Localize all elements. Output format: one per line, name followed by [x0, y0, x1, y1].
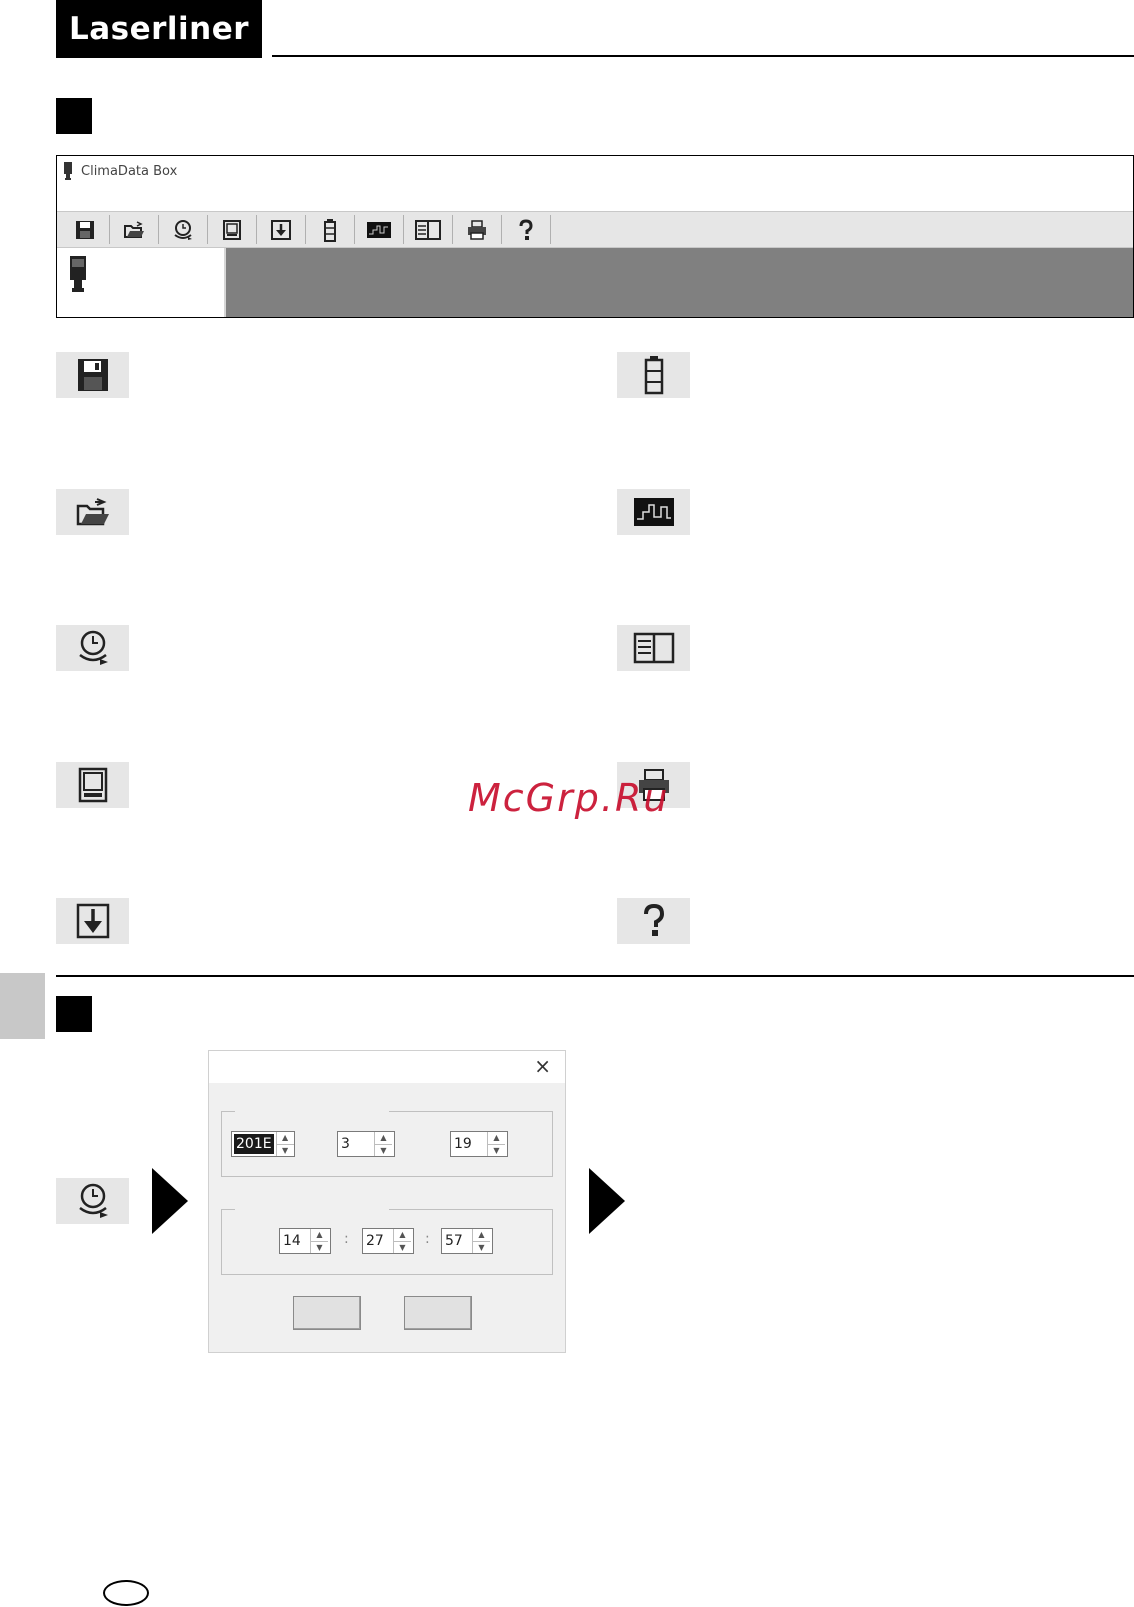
open-folder-icon [76, 498, 109, 526]
cancel-button[interactable] [404, 1296, 472, 1330]
legend-open [56, 489, 129, 535]
section-marker-1 [56, 98, 92, 134]
month-value: 3 [341, 1136, 350, 1152]
spin-up-icon[interactable]: ▲ [375, 1132, 392, 1144]
clock-icon [78, 1183, 108, 1218]
header-rule [272, 55, 1134, 57]
table-icon [633, 632, 674, 664]
toolbar-table-button[interactable] [406, 215, 450, 244]
time-separator: : [425, 1231, 430, 1247]
title-bar: ClimaData Box [57, 156, 1133, 210]
battery-icon [644, 356, 663, 395]
day-value: 19 [454, 1136, 472, 1152]
dialog-title-bar: × [209, 1051, 565, 1083]
spin-up-icon[interactable]: ▲ [473, 1229, 490, 1241]
watermark: McGrp.Ru [468, 776, 670, 820]
battery-icon [324, 218, 336, 242]
data-display-pane [226, 248, 1133, 317]
section-rule [56, 975, 1134, 977]
toolbar-download-button[interactable] [259, 215, 303, 244]
app-device-icon [64, 162, 72, 180]
toolbar-battery-button[interactable] [308, 215, 352, 244]
legend-battery [617, 352, 690, 398]
window-title: ClimaData Box [81, 164, 178, 179]
toolbar-print-button[interactable] [455, 215, 499, 244]
legend-help [617, 898, 690, 944]
legend-table [617, 625, 690, 671]
toolbar-save-button[interactable] [63, 215, 107, 244]
spin-up-icon[interactable]: ▲ [277, 1132, 294, 1144]
spin-down-icon[interactable]: ▼ [311, 1240, 328, 1254]
arrow-right-icon [152, 1168, 188, 1234]
clock-icon [78, 630, 108, 665]
spin-down-icon[interactable]: ▼ [276, 1143, 294, 1157]
climadata-app-window: ClimaData Box [56, 155, 1134, 318]
year-spinner[interactable]: 201E ▲ ▼ [231, 1131, 295, 1157]
toolbar-clock-button[interactable] [161, 215, 205, 244]
hour-spinner[interactable]: 14 ▲ ▼ [279, 1228, 331, 1254]
arrow-right-icon [589, 1168, 625, 1234]
second-value: 57 [445, 1233, 463, 1249]
legend-clock [56, 625, 129, 671]
save-icon [77, 359, 108, 391]
second-spinner[interactable]: 57 ▲ ▼ [441, 1228, 493, 1254]
hour-value: 14 [283, 1233, 301, 1249]
toolbar-chart-button[interactable] [357, 215, 401, 244]
minute-spinner[interactable]: 27 ▲ ▼ [362, 1228, 414, 1254]
device-icon [78, 767, 107, 803]
minute-value: 27 [366, 1233, 384, 1249]
spin-up-icon[interactable]: ▲ [488, 1132, 505, 1144]
chart-icon [367, 221, 391, 238]
spin-down-icon[interactable]: ▼ [375, 1143, 392, 1157]
download-icon [271, 219, 291, 240]
spin-down-icon[interactable]: ▼ [473, 1240, 490, 1254]
download-icon [76, 903, 109, 939]
toolbar [57, 211, 1133, 248]
device-icon [70, 256, 86, 292]
toolbar-open-button[interactable] [112, 215, 156, 244]
device-list-pane[interactable] [57, 248, 226, 317]
device-icon [223, 219, 241, 240]
printer-icon [468, 219, 486, 240]
day-spinner[interactable]: 19 ▲ ▼ [450, 1131, 508, 1157]
time-separator: : [344, 1231, 349, 1247]
toolbar-device-button[interactable] [210, 215, 254, 244]
clock-icon [174, 219, 192, 240]
legend-save [56, 352, 129, 398]
chart-icon [633, 498, 674, 526]
legend-chart [617, 489, 690, 535]
section-marker-2 [56, 996, 92, 1032]
spin-up-icon[interactable]: ▲ [394, 1229, 411, 1241]
ok-button[interactable] [293, 1296, 361, 1330]
toolbar-help-button[interactable] [504, 215, 548, 244]
time-group-label [235, 1193, 389, 1217]
set-datetime-dialog: × 201E ▲ ▼ 3 ▲ ▼ 19 ▲ ▼ 14 ▲ ▼ : 27 ▲ ▼ : 57 … [208, 1050, 566, 1353]
language-badge [103, 1580, 149, 1606]
legend-download [56, 898, 129, 944]
spin-down-icon[interactable]: ▼ [488, 1143, 505, 1157]
close-icon[interactable]: × [534, 1054, 551, 1078]
help-icon [519, 218, 533, 240]
date-group-label [235, 1095, 389, 1119]
side-tab-marker [0, 973, 45, 1039]
table-icon [415, 219, 441, 240]
step-clock [56, 1178, 129, 1224]
month-spinner[interactable]: 3 ▲ ▼ [337, 1131, 395, 1157]
spin-down-icon[interactable]: ▼ [394, 1240, 411, 1254]
save-icon [76, 220, 94, 239]
spin-up-icon[interactable]: ▲ [311, 1229, 328, 1241]
laserliner-logo: Laserliner [56, 0, 262, 58]
legend-device [56, 762, 129, 808]
year-value: 201E [234, 1134, 274, 1154]
help-icon [643, 903, 664, 936]
open-folder-icon [124, 220, 144, 238]
